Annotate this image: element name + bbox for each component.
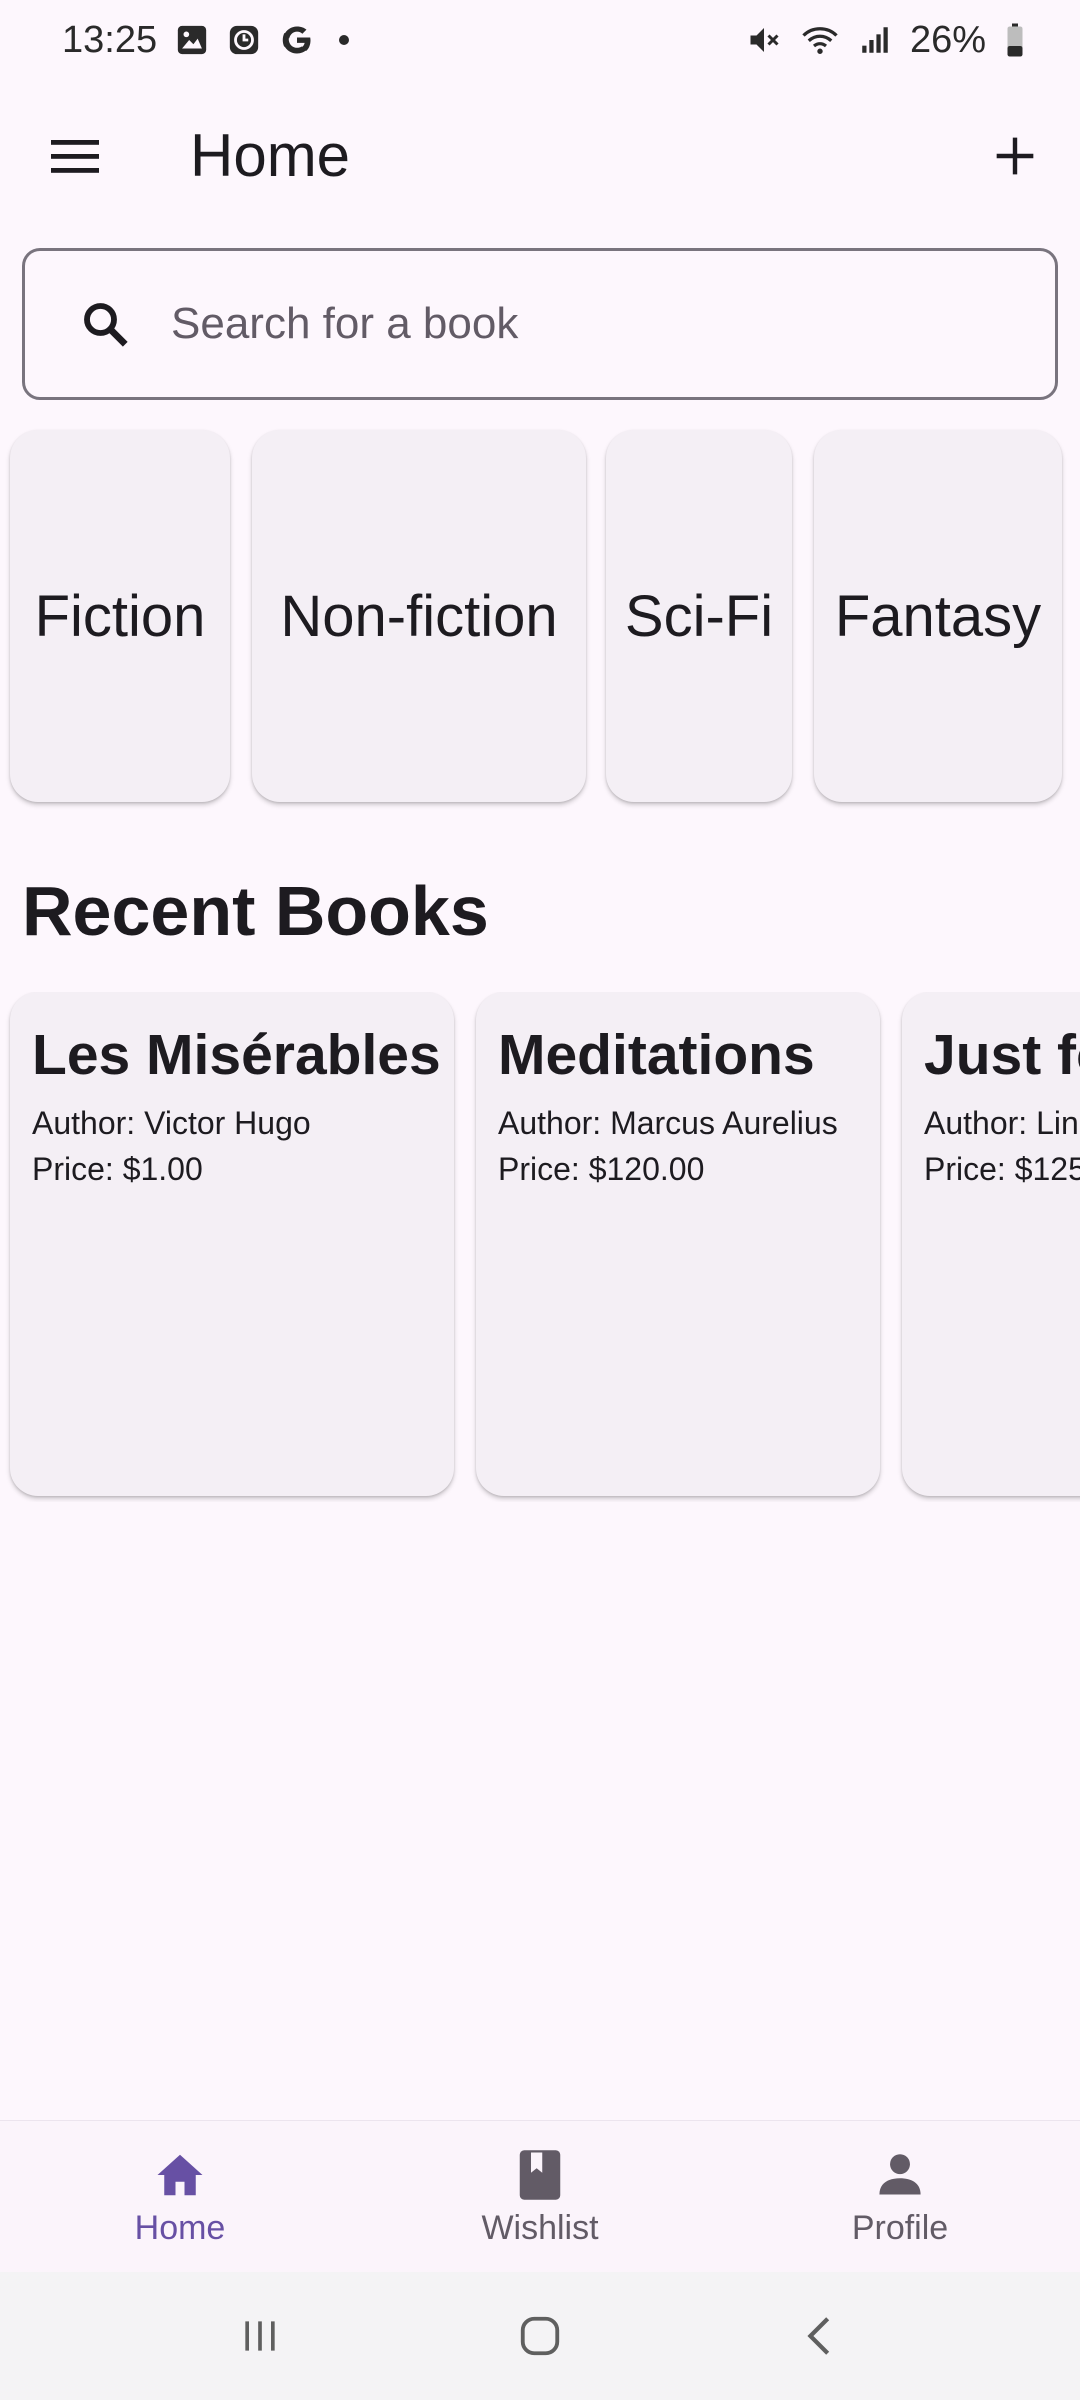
category-list: Fiction Non-fiction Sci-Fi Fantasy: [0, 430, 1080, 810]
nav-wishlist[interactable]: Wishlist: [360, 2121, 720, 2272]
book-price: Price: $120.00: [498, 1151, 705, 1187]
recent-books-list[interactable]: Les Misérables Author: Victor Hugo Price…: [0, 992, 1080, 1502]
status-time: 13:25: [62, 18, 158, 61]
category-label: Fiction: [34, 583, 206, 649]
category-non-fiction[interactable]: Non-fiction: [252, 430, 586, 802]
status-bar: 13:25 26%: [0, 0, 1080, 80]
app-bar: Home: [0, 80, 1080, 230]
clock-icon: [227, 23, 261, 57]
home-icon: [150, 2145, 210, 2205]
status-left: 13:25: [62, 18, 350, 62]
book-author: Author: Victor Hugo: [32, 1105, 311, 1141]
back-chevron-icon: [807, 2317, 830, 2355]
book-author: Author: Marcus Aurelius: [498, 1105, 838, 1141]
nav-profile[interactable]: Profile: [720, 2121, 1080, 2272]
battery-percent: 26%: [909, 18, 986, 61]
add-book-button[interactable]: [970, 116, 1060, 196]
signal-icon: [858, 23, 892, 57]
book-author: Author: Lin: [924, 1105, 1079, 1141]
nav-home[interactable]: Home: [0, 2121, 360, 2272]
home-system-button[interactable]: [490, 2296, 590, 2376]
battery-icon: [1004, 22, 1026, 58]
recent-apps-icon: [245, 2321, 275, 2351]
bookmark-book-icon: [510, 2145, 570, 2205]
back-button[interactable]: [770, 2296, 870, 2376]
book-price: Price: $125: [924, 1151, 1080, 1187]
nav-label: Home: [134, 2209, 226, 2247]
gallery-icon: [175, 23, 209, 57]
book-title: Just fo: [924, 1023, 1080, 1087]
system-navigation-bar: [0, 2272, 1080, 2400]
page-title: Home: [190, 122, 351, 189]
nav-label: Profile: [851, 2209, 949, 2247]
person-icon: [870, 2145, 930, 2205]
book-price: Price: $1.00: [32, 1151, 203, 1187]
search-input[interactable]: [169, 274, 1029, 374]
mute-icon: [746, 22, 782, 58]
book-card-meditations[interactable]: Meditations Author: Marcus Aurelius Pric…: [476, 992, 880, 1496]
google-icon: [279, 22, 315, 58]
wifi-icon: [800, 22, 840, 58]
category-label: Non-fiction: [280, 583, 558, 649]
category-fantasy[interactable]: Fantasy: [814, 430, 1062, 802]
category-fiction[interactable]: Fiction: [10, 430, 230, 802]
category-label: Fantasy: [834, 583, 1042, 649]
category-label: Sci-Fi: [624, 583, 774, 649]
plus-icon: [996, 137, 1034, 175]
menu-icon: [51, 140, 99, 173]
nav-label: Wishlist: [481, 2209, 599, 2247]
menu-button[interactable]: [30, 116, 120, 196]
book-title: Les Misérables: [32, 1023, 441, 1087]
book-card-les-miserables[interactable]: Les Misérables Author: Victor Hugo Price…: [10, 992, 454, 1496]
category-sci-fi[interactable]: Sci-Fi: [606, 430, 792, 802]
home-circle-icon: [520, 2316, 560, 2356]
recent-books-heading: Recent Books: [22, 872, 489, 950]
notification-dot: [339, 35, 350, 45]
recent-apps-button[interactable]: [210, 2296, 310, 2376]
book-title: Meditations: [498, 1023, 815, 1087]
book-card-partial[interactable]: Just fo Author: Lin Price: $125: [902, 992, 1080, 1496]
status-right: 26%: [746, 19, 1026, 62]
bottom-navigation: Home Wishlist Profile: [0, 2120, 1080, 2272]
search-icon: [63, 282, 147, 366]
search-bar[interactable]: [22, 248, 1058, 400]
